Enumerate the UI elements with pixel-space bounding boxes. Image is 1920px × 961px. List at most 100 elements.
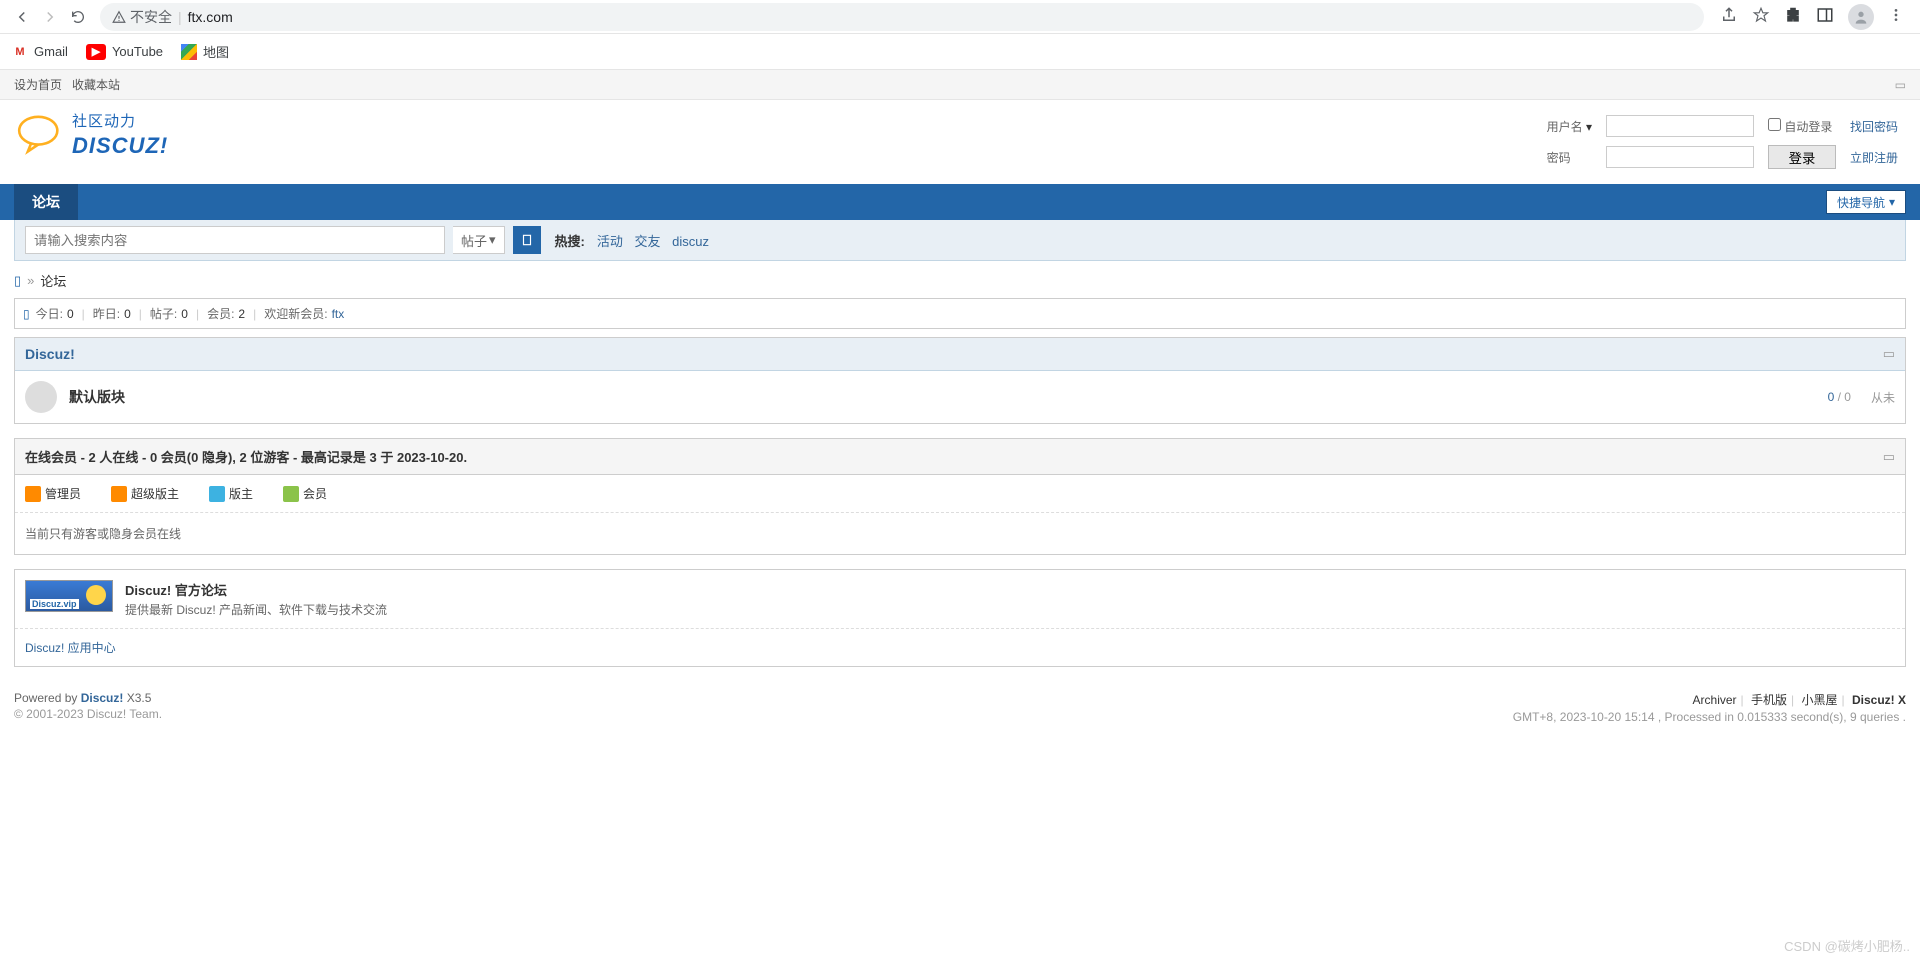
- logo-tagline: 社区动力: [72, 110, 168, 131]
- forum-threads: 0: [1828, 390, 1835, 404]
- collapse-icon[interactable]: ▭: [1883, 449, 1895, 465]
- footer-link-darkroom[interactable]: 小黑屋: [1802, 693, 1838, 707]
- login-button[interactable]: 登录: [1768, 145, 1836, 169]
- forum-icon: [25, 381, 57, 413]
- legend-mod: 版主: [209, 485, 253, 502]
- tab-forum[interactable]: 论坛: [14, 184, 78, 220]
- username-label: 用户名: [1547, 120, 1583, 134]
- category-header: Discuz! ▭: [15, 338, 1905, 371]
- gmail-icon: M: [12, 44, 28, 60]
- footer-link-archiver[interactable]: Archiver: [1693, 693, 1737, 707]
- breadcrumb-forum[interactable]: 论坛: [40, 271, 66, 290]
- register-link[interactable]: 立即注册: [1850, 151, 1898, 165]
- legend-member: 会员: [283, 485, 327, 502]
- insecure-icon: 不安全: [112, 7, 172, 27]
- side-panel-icon[interactable]: [1816, 6, 1834, 27]
- auto-login-label[interactable]: 自动登录: [1768, 120, 1832, 134]
- username-input[interactable]: [1606, 115, 1754, 137]
- insecure-label: 不安全: [130, 7, 172, 27]
- footer-link-mobile[interactable]: 手机版: [1751, 693, 1787, 707]
- hot-links: 活动 交友 discuz: [593, 231, 713, 250]
- forum-posts: 0: [1844, 390, 1851, 404]
- search-input[interactable]: [25, 226, 445, 254]
- hot-link[interactable]: discuz: [672, 234, 709, 249]
- online-header: 在线会员 - 2 人在线 - 0 会员(0 隐身), 2 位游客 - 最高记录是…: [15, 439, 1905, 475]
- legend-supermod: 超级版主: [111, 485, 179, 502]
- logo[interactable]: 社区动力 DISCUZ!: [14, 110, 168, 159]
- search-bar: 帖子 ▾ 热搜: 活动 交友 discuz: [14, 220, 1906, 261]
- link-row-simple: Discuz! 应用中心: [15, 629, 1905, 666]
- bookmark-label: 地图: [203, 42, 229, 61]
- stat-members: 2: [238, 307, 245, 321]
- link-image[interactable]: Discuz.vip: [25, 580, 113, 612]
- favorite-link[interactable]: 收藏本站: [72, 76, 120, 93]
- chevron-down-icon: ▾: [489, 232, 496, 248]
- online-legend: 管理员 超级版主 版主 会员: [15, 475, 1905, 513]
- bookmarks-bar: M Gmail ▶ YouTube 地图: [0, 34, 1920, 70]
- address-bar[interactable]: 不安全 | ftx.com: [100, 3, 1704, 31]
- breadcrumb: ▯ » 论坛: [14, 271, 1906, 290]
- set-home-link[interactable]: 设为首页: [14, 76, 62, 93]
- watermark: CSDN @碳烤小肥杨..: [1784, 936, 1910, 955]
- reload-button[interactable]: [64, 3, 92, 31]
- collapse-icon[interactable]: ▭: [1883, 346, 1895, 362]
- legend-admin: 管理员: [25, 485, 81, 502]
- logo-bubble-icon: [14, 112, 66, 158]
- forward-button[interactable]: [36, 3, 64, 31]
- stats-bar: ▯ 今日: 0 | 昨日: 0 | 帖子: 0 | 会员: 2 | 欢迎新会员:…: [14, 298, 1906, 329]
- password-input[interactable]: [1606, 146, 1754, 168]
- main-nav: 论坛 快捷导航 ▾: [0, 184, 1920, 220]
- link-title[interactable]: Discuz! 官方论坛: [125, 583, 227, 598]
- share-icon[interactable]: [1720, 6, 1738, 27]
- forum-row: 默认版块 0 / 0 从未: [15, 371, 1905, 423]
- bookmark-label: Gmail: [34, 44, 68, 59]
- hot-search-label: 热搜:: [555, 231, 585, 250]
- bookmark-label: YouTube: [112, 44, 163, 59]
- home-icon[interactable]: ▯: [14, 273, 21, 289]
- login-form: 用户名 ▾ 自动登录 找回密码 密码 登录 立即注册: [1539, 110, 1906, 174]
- auto-login-checkbox[interactable]: [1768, 118, 1781, 131]
- friend-links: Discuz.vip Discuz! 官方论坛 提供最新 Discuz! 产品新…: [14, 569, 1906, 667]
- hot-link[interactable]: 交友: [635, 234, 661, 249]
- bookmark-maps[interactable]: 地图: [181, 42, 229, 61]
- youtube-icon: ▶: [86, 44, 106, 60]
- copyright: © 2001-2023 Discuz! Team.: [14, 707, 162, 721]
- collapse-topbar-icon[interactable]: ▭: [1895, 78, 1906, 92]
- link-desc: 提供最新 Discuz! 产品新闻、软件下载与技术交流: [125, 601, 387, 618]
- find-password-link[interactable]: 找回密码: [1850, 120, 1898, 134]
- browser-toolbar: 不安全 | ftx.com: [0, 0, 1920, 34]
- footer-link-discuzx[interactable]: Discuz! X: [1852, 693, 1906, 707]
- back-button[interactable]: [8, 3, 36, 31]
- map-icon: [181, 44, 197, 60]
- menu-icon[interactable]: [1888, 7, 1904, 26]
- powered-by-link[interactable]: Discuz!: [81, 691, 124, 705]
- stat-yesterday: 0: [124, 307, 131, 321]
- password-label: 密码: [1547, 151, 1571, 165]
- collapse-icon[interactable]: ▯: [23, 307, 30, 321]
- category-title-link[interactable]: Discuz!: [25, 346, 75, 362]
- bookmark-gmail[interactable]: M Gmail: [12, 44, 68, 60]
- url-text: ftx.com: [188, 9, 233, 25]
- quick-nav-button[interactable]: 快捷导航 ▾: [1826, 190, 1906, 214]
- extensions-icon[interactable]: [1784, 6, 1802, 27]
- site-header: 社区动力 DISCUZ! 用户名 ▾ 自动登录 找回密码 密码 登录 立即注册: [0, 100, 1920, 184]
- online-box: 在线会员 - 2 人在线 - 0 会员(0 隐身), 2 位游客 - 最高记录是…: [14, 438, 1906, 555]
- forum-lastpost: 从未: [1871, 389, 1895, 406]
- forum-category: Discuz! ▭ 默认版块 0 / 0 从未: [14, 337, 1906, 424]
- stat-today: 0: [67, 307, 74, 321]
- online-message: 当前只有游客或隐身会员在线: [15, 513, 1905, 554]
- profile-avatar[interactable]: [1848, 4, 1874, 30]
- search-scope-select[interactable]: 帖子 ▾: [453, 226, 505, 254]
- star-icon[interactable]: [1752, 6, 1770, 27]
- search-button[interactable]: [513, 226, 541, 254]
- forum-link[interactable]: 默认版块: [69, 389, 125, 405]
- bookmark-youtube[interactable]: ▶ YouTube: [86, 44, 163, 60]
- hot-link[interactable]: 活动: [597, 234, 623, 249]
- top-strip: 设为首页 收藏本站 ▭: [0, 70, 1920, 100]
- link-row-featured: Discuz.vip Discuz! 官方论坛 提供最新 Discuz! 产品新…: [15, 570, 1905, 629]
- footer-time: GMT+8, 2023-10-20 15:14 , Processed in 0…: [1513, 710, 1906, 724]
- stat-posts: 0: [181, 307, 188, 321]
- link-appcenter[interactable]: Discuz! 应用中心: [25, 641, 116, 655]
- footer: Powered by Discuz! X3.5 © 2001-2023 Disc…: [0, 677, 1920, 738]
- newest-member-link[interactable]: ftx: [332, 307, 345, 321]
